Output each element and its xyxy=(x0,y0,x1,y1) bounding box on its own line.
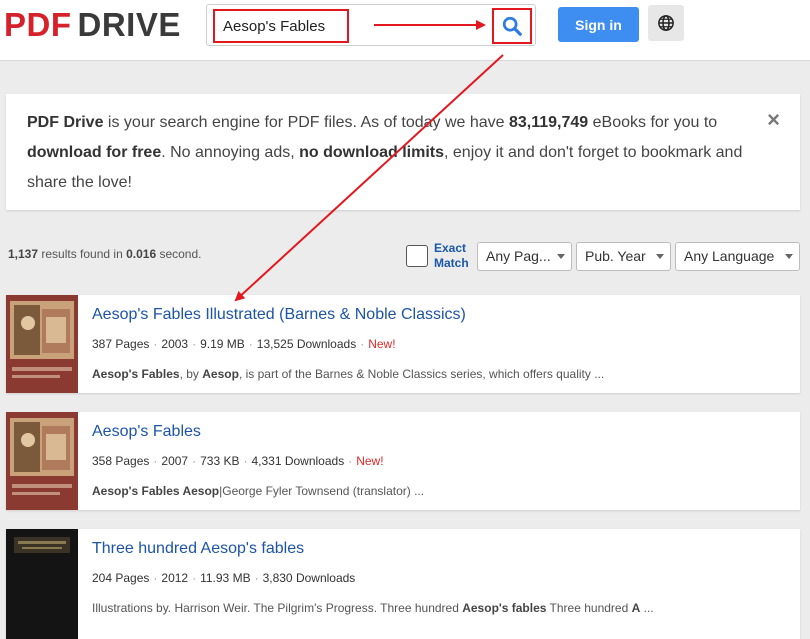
chevron-down-icon xyxy=(656,254,664,259)
result-item: Aesop's Fables Illustrated (Barnes & Nob… xyxy=(6,295,800,393)
exact-match-label[interactable]: Exact Match xyxy=(434,241,469,271)
result-title-link[interactable]: Aesop's Fables Illustrated (Barnes & Nob… xyxy=(92,306,466,324)
info-book-count: 83,119,749 xyxy=(509,114,589,131)
pages-filter-select[interactable]: Any Pag... xyxy=(477,242,572,271)
result-meta: 204 Pages · 2012 · 11.93 MB · 3,830 Downloads xyxy=(92,571,356,585)
language-button[interactable] xyxy=(648,5,684,41)
result-title-link[interactable]: Aesop's Fables xyxy=(92,423,201,441)
results-count: 1,137 results found in 0.016 second. xyxy=(8,247,202,261)
book-cover-thumbnail[interactable] xyxy=(6,412,78,510)
close-icon[interactable]: × xyxy=(767,108,780,132)
chevron-down-icon xyxy=(785,254,793,259)
result-snippet: Illustrations by. Harrison Weir. The Pil… xyxy=(92,601,654,615)
info-banner: PDF Drive is your search engine for PDF … xyxy=(6,94,800,210)
language-filter-select[interactable]: Any Language xyxy=(675,242,800,271)
chevron-down-icon xyxy=(557,254,565,259)
result-item: Aesop's Fables 358 Pages · 2007 · 733 KB · 4,3… xyxy=(6,412,800,510)
sign-in-button[interactable]: Sign in xyxy=(558,7,639,42)
year-filter-select[interactable]: Pub. Year xyxy=(576,242,671,271)
search-button[interactable] xyxy=(492,8,532,44)
globe-icon xyxy=(658,15,674,31)
search-input[interactable] xyxy=(213,9,349,43)
result-meta: 387 Pages · 2003 · 9.19 MB · 13,525 Downloads ·… xyxy=(92,337,396,351)
new-badge: New! xyxy=(356,454,384,468)
pdfdrive-logo[interactable]: PDF DRIVE xyxy=(4,6,181,44)
exact-match-checkbox[interactable] xyxy=(406,245,428,267)
new-badge: New! xyxy=(368,337,396,351)
info-brand: PDF Drive xyxy=(27,114,104,131)
search-icon xyxy=(502,16,522,36)
book-cover-thumbnail[interactable] xyxy=(6,295,78,393)
result-snippet: Aesop's Fables Aesop|George Fyler Townse… xyxy=(92,484,425,498)
search-bar xyxy=(206,4,536,46)
result-meta: 358 Pages · 2007 · 733 KB · 4,331 Downloads · Ne… xyxy=(92,454,384,468)
result-item: Three hundred Aesop's fables 204 Pages · 2… xyxy=(6,529,800,639)
result-snippet: Aesop's Fables, by Aesop, is part of the… xyxy=(92,367,605,381)
book-cover-thumbnail[interactable] xyxy=(6,529,78,639)
result-title-link[interactable]: Three hundred Aesop's fables xyxy=(92,540,304,558)
site-header: PDFDRIVE Sign in xyxy=(0,0,810,61)
